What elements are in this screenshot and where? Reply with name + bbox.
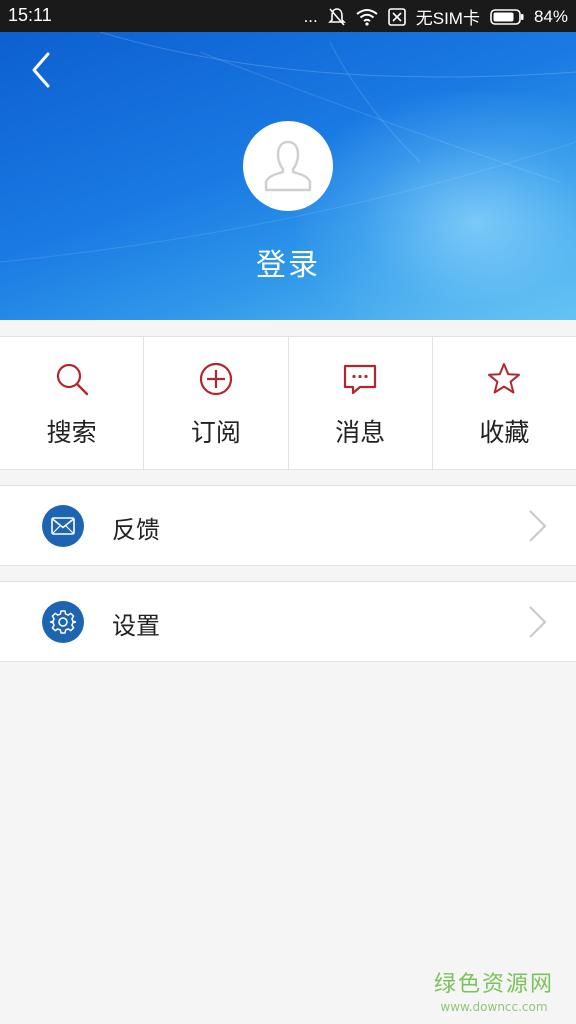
status-time: 15:11	[8, 5, 52, 25]
chevron-right-icon	[529, 606, 547, 638]
quick-action-label: 消息	[335, 418, 386, 447]
list-item-label: 设置	[112, 612, 160, 640]
mail-icon	[42, 505, 84, 547]
gear-icon	[42, 601, 84, 643]
user-placeholder-icon	[264, 140, 312, 192]
watermark: 绿色资源网 www.downcc.com	[434, 966, 554, 1014]
quick-action-label: 搜索	[46, 418, 97, 447]
list-item-feedback[interactable]: 反馈	[0, 485, 576, 566]
chevron-left-icon	[32, 52, 50, 88]
quick-action-subscribe[interactable]: 订阅	[144, 337, 289, 469]
more-indicator: ...	[303, 6, 318, 26]
list-item-label: 反馈	[112, 516, 160, 544]
plus-circle-icon	[199, 362, 232, 396]
sim-status-text: 无SIM卡	[415, 9, 480, 28]
quick-action-search[interactable]: 搜索	[0, 337, 145, 469]
watermark-title: 绿色资源网	[433, 972, 554, 997]
avatar[interactable]	[243, 121, 333, 211]
quick-action-label: 收藏	[479, 418, 530, 447]
message-icon	[344, 364, 377, 395]
wifi-icon	[356, 8, 378, 26]
profile-header: 登录	[0, 32, 576, 320]
status-bar: 15:11 ... 无SIM卡 84%	[0, 0, 576, 32]
login-link[interactable]: 登录	[0, 240, 576, 284]
battery-percent: 84%	[533, 6, 568, 26]
quick-action-label: 订阅	[190, 418, 241, 447]
watermark-url: www.downcc.com	[440, 1000, 548, 1014]
mute-bell-icon	[327, 7, 346, 27]
quick-actions: 搜索 订阅 消息 收藏	[0, 336, 576, 470]
no-sim-icon	[387, 7, 406, 26]
list-item-settings[interactable]: 设置	[0, 581, 576, 662]
quick-action-favorites[interactable]: 收藏	[433, 337, 576, 469]
status-icons: ... 无SIM卡 84%	[304, 4, 568, 29]
search-icon	[56, 363, 88, 396]
star-icon	[488, 363, 521, 394]
quick-action-messages[interactable]: 消息	[289, 337, 433, 469]
chevron-right-icon	[529, 510, 547, 542]
back-button[interactable]	[24, 50, 60, 90]
battery-icon	[490, 8, 524, 25]
